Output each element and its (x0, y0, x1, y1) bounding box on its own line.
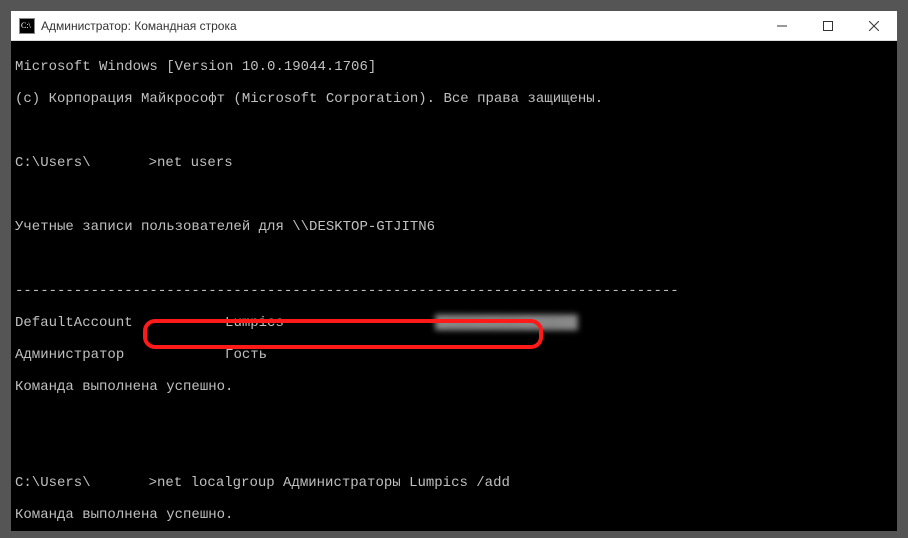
copyright-line: (c) Корпорация Майкрософт (Microsoft Cor… (15, 91, 897, 107)
blank-line (15, 187, 897, 203)
command-localgroup-add: >net localgroup Администраторы Lumpics /… (149, 475, 510, 491)
svg-text:C:\: C:\ (21, 21, 32, 30)
cmd-icon: C:\ (19, 18, 35, 34)
titlebar[interactable]: C:\ Администратор: Командная строка (11, 11, 897, 41)
separator-line: ----------------------------------------… (15, 283, 897, 299)
blank-line (15, 411, 897, 427)
command-net-users: >net users (149, 155, 233, 171)
accounts-header: Учетные записи пользователей для \\DESKT… (15, 219, 897, 235)
terminal-output[interactable]: Microsoft Windows [Version 10.0.19044.17… (11, 41, 897, 531)
user-row-1: DefaultAccount Lumpics █████████████████ (15, 315, 897, 331)
window-title: Администратор: Командная строка (41, 19, 759, 33)
user-row-2: Администратор Гость (15, 347, 897, 363)
user-cell: Гость (225, 347, 267, 363)
cmd-window: C:\ Администратор: Командная строка Micr… (10, 10, 898, 532)
prompt-path: C:\Users\ (15, 155, 91, 171)
minimize-button[interactable] (759, 11, 805, 40)
close-button[interactable] (851, 11, 897, 40)
user-cell: Lumpics (225, 315, 284, 331)
success-line: Команда выполнена успешно. (15, 379, 897, 395)
user-cell: DefaultAccount (15, 315, 133, 331)
maximize-button[interactable] (805, 11, 851, 40)
success-line: Команда выполнена успешно. (15, 507, 897, 523)
window-controls (759, 11, 897, 40)
blank-line (15, 443, 897, 459)
redacted-username (91, 154, 149, 168)
prompt-line-1: C:\Users\ >net users (15, 155, 897, 171)
redacted-username (91, 474, 149, 488)
blank-line (15, 251, 897, 267)
prompt-path: C:\Users\ (15, 475, 91, 491)
user-cell: Администратор (15, 347, 124, 363)
prompt-line-2: C:\Users\ >net localgroup Администраторы … (15, 475, 897, 491)
version-line: Microsoft Windows [Version 10.0.19044.17… (15, 59, 897, 75)
redacted-user: █████████████████ (435, 315, 578, 331)
blank-line (15, 123, 897, 139)
